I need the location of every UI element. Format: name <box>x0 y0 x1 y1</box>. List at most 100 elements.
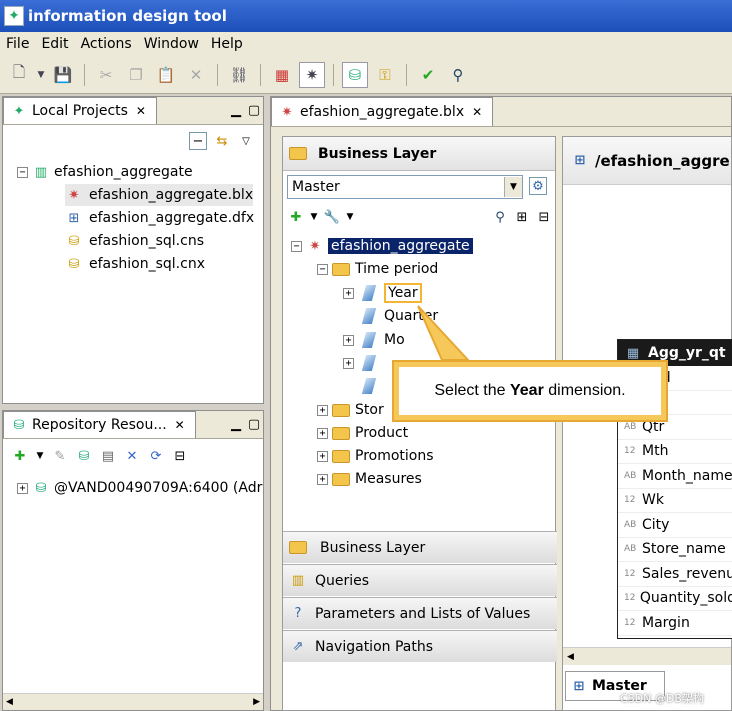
tree-label: efashion_aggregate <box>54 164 193 180</box>
link-icon[interactable]: ⛓ <box>226 62 252 88</box>
connection-file-icon: ⛁ <box>68 256 80 272</box>
maximize-icon[interactable]: ▢ <box>245 102 263 120</box>
horizontal-scrollbar[interactable]: ◀ <box>563 647 731 665</box>
editor-tab-blx[interactable]: ✷ efashion_aggregate.blx ✕ <box>271 97 494 126</box>
expand-icon[interactable]: + <box>317 473 328 485</box>
menu-edit[interactable]: Edit <box>35 36 74 52</box>
scroll-right-icon[interactable]: ▶ <box>253 697 260 707</box>
table-column[interactable]: 12 Wk <box>618 489 732 513</box>
tree-file-cnx[interactable]: ⛁ efashion_sql.cnx <box>65 253 205 275</box>
horizontal-scrollbar[interactable]: ◀ ▶ <box>3 693 263 710</box>
bottom-tab-business-layer[interactable]: Business Layer <box>283 531 557 563</box>
tree-file-cns[interactable]: ⛁ efashion_sql.cns <box>65 230 204 252</box>
repository-tab[interactable]: ⛁ Repository Resou... ✕ <box>3 411 196 438</box>
bl-folder-measures[interactable]: + Measures <box>317 468 422 490</box>
expand-icon[interactable]: + <box>317 404 328 416</box>
bl-folder-time-period[interactable]: − Time period <box>317 258 438 280</box>
expand-icon[interactable]: + <box>317 427 328 439</box>
expand-icon[interactable]: + <box>17 482 28 494</box>
minimize-icon[interactable]: ▁ <box>227 102 245 120</box>
save-icon[interactable]: 💾 <box>50 62 76 88</box>
disconnect-icon[interactable]: ✕ <box>123 447 141 465</box>
close-icon[interactable]: ✕ <box>132 102 150 120</box>
bottom-tab-navigation-paths[interactable]: ⇗ Navigation Paths <box>283 630 557 662</box>
scroll-left-icon[interactable]: ◀ <box>567 652 574 662</box>
copy-icon[interactable]: ❐ <box>123 62 149 88</box>
table-column[interactable]: 12 Quantity_sold <box>618 587 732 611</box>
expand-icon[interactable]: + <box>343 357 354 369</box>
table-column[interactable]: AB Month_name <box>618 464 732 489</box>
tree-repository-server[interactable]: + ⛁ @VAND00490709A:6400 (Adr <box>17 477 262 499</box>
dropdown-arrow-icon[interactable]: ▼ <box>345 208 355 226</box>
expand-icon[interactable]: + <box>343 287 354 299</box>
binoculars-icon[interactable]: ⚲ <box>445 62 471 88</box>
menu-help[interactable]: Help <box>205 36 249 52</box>
expand-icon[interactable]: + <box>317 450 328 462</box>
bl-tree-root[interactable]: − ✷ efashion_aggregate <box>291 235 473 257</box>
bottom-tab-queries[interactable]: ▥ Queries <box>283 564 557 596</box>
paste-icon[interactable]: 📋 <box>153 62 179 88</box>
scroll-left-icon[interactable]: ◀ <box>6 697 13 707</box>
edit-icon[interactable]: ✎ <box>51 447 69 465</box>
close-icon[interactable]: ✕ <box>468 103 486 121</box>
table-column[interactable]: AB City <box>618 513 732 538</box>
refresh-icon[interactable]: ⟳ <box>147 447 165 465</box>
view-menu-icon[interactable]: ▽ <box>237 132 255 150</box>
menu-bar: File Edit Actions Window Help <box>0 32 732 56</box>
add-icon[interactable]: ✚ <box>11 447 29 465</box>
link-editor-icon[interactable]: ⇆ <box>213 132 231 150</box>
wrench-icon[interactable]: 🔧 <box>323 208 341 226</box>
new-icon[interactable]: 🗋 <box>6 62 32 88</box>
cut-icon[interactable]: ✂ <box>93 62 119 88</box>
toolbar-separator <box>84 63 85 86</box>
dropdown-arrow-icon[interactable]: ▼ <box>36 62 46 88</box>
navigation-path-icon: ⇗ <box>292 639 304 654</box>
menu-window[interactable]: Window <box>138 36 205 52</box>
maximize-icon[interactable]: ▢ <box>245 416 263 434</box>
collapse-icon[interactable]: − <box>317 263 328 275</box>
collapse-all-icon[interactable]: ⊟ <box>171 447 189 465</box>
table-column[interactable]: 12 Mth <box>618 440 732 464</box>
bl-folder-promotions[interactable]: + Promotions <box>317 445 434 467</box>
bl-dim-5[interactable] <box>358 375 384 397</box>
key-icon[interactable]: ⚿ <box>372 62 398 88</box>
collapse-all-icon[interactable]: ⊟ <box>535 208 553 226</box>
tree-file-blx[interactable]: ✷ efashion_aggregate.blx <box>65 184 254 206</box>
tree-project-root[interactable]: − ▥ efashion_aggregate <box>17 161 193 183</box>
business-layer-file-icon: ✷ <box>68 187 80 203</box>
bl-folder-store[interactable]: + Stor <box>317 399 384 421</box>
collapse-icon[interactable]: − <box>17 166 28 178</box>
check-integrity-icon[interactable]: ✔ <box>415 62 441 88</box>
view-select[interactable]: Master ▼ <box>287 175 523 199</box>
repository-tab-label: Repository Resou... <box>32 417 167 433</box>
connection-icon[interactable]: ⛁ <box>342 61 368 88</box>
table-column[interactable]: AB Store_name <box>618 538 732 562</box>
menu-file[interactable]: File <box>0 36 35 52</box>
binoculars-icon[interactable]: ⚲ <box>491 208 509 226</box>
add-icon[interactable]: ✚ <box>287 208 305 226</box>
bottom-tab-parameters[interactable]: ? Parameters and Lists of Values <box>283 597 557 629</box>
bl-folder-product[interactable]: + Product <box>317 422 408 444</box>
delete-icon[interactable]: ✕ <box>183 62 209 88</box>
properties-icon[interactable]: ▤ <box>99 447 117 465</box>
dropdown-arrow-icon[interactable]: ▼ <box>309 208 319 226</box>
close-icon[interactable]: ✕ <box>171 416 189 434</box>
collapse-all-icon[interactable]: − <box>189 132 207 150</box>
expand-all-icon[interactable]: ⊞ <box>513 208 531 226</box>
perspective-icon[interactable]: ▦ <box>269 62 295 88</box>
dropdown-arrow-icon[interactable]: ▼ <box>35 447 45 465</box>
dimension-icon <box>361 355 377 371</box>
table-column[interactable]: 12 Margin <box>618 611 732 636</box>
local-projects-tab[interactable]: ✦ Local Projects ✕ <box>3 97 157 124</box>
chevron-down-icon[interactable]: ▼ <box>504 177 522 197</box>
tree-file-dfx[interactable]: ⊞ efashion_aggregate.dfx <box>65 207 255 229</box>
table-column[interactable]: 12 Sales_revenu <box>618 562 732 587</box>
manage-views-icon[interactable]: ⚙ <box>529 177 547 195</box>
session-icon[interactable]: ⛁ <box>75 447 93 465</box>
collapse-icon[interactable]: − <box>291 240 302 252</box>
business-layer-icon[interactable]: ✷ <box>299 61 325 88</box>
expand-icon[interactable]: + <box>343 334 354 346</box>
menu-actions[interactable]: Actions <box>75 36 138 52</box>
minimize-icon[interactable]: ▁ <box>227 416 245 434</box>
bl-dim-4[interactable]: + <box>343 352 384 374</box>
